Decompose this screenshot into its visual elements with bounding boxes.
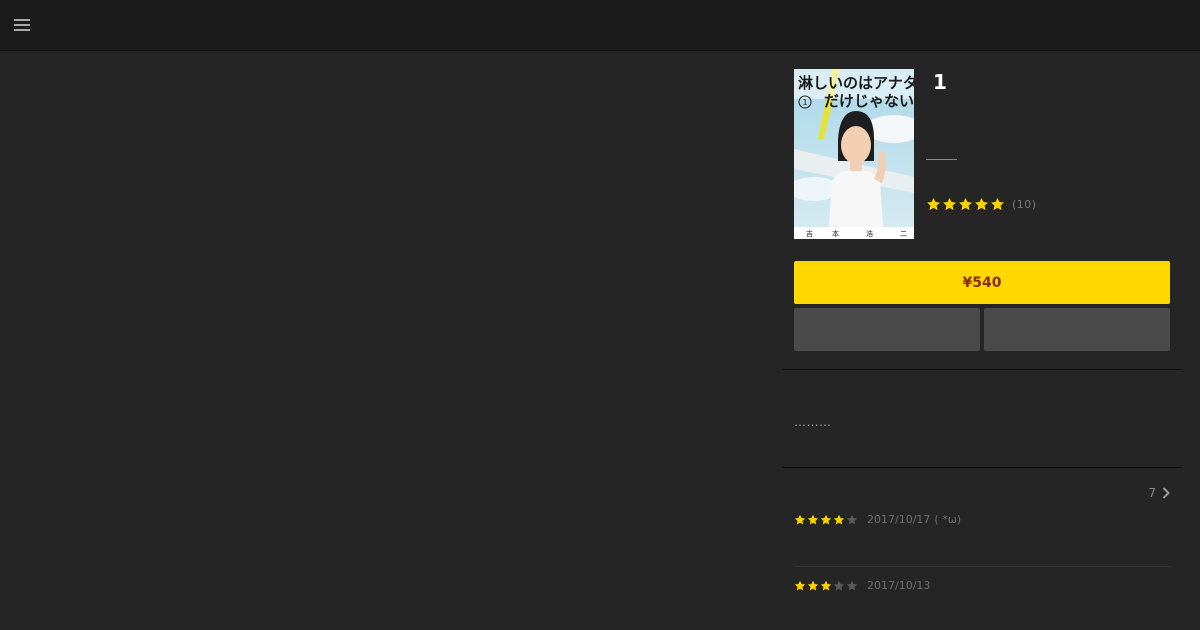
star-filled-icon xyxy=(807,514,819,524)
review-date: 2017/10/13 xyxy=(867,579,931,592)
star-filled-icon xyxy=(794,580,806,590)
svg-text:本: 本 xyxy=(832,229,839,238)
star-filled-icon xyxy=(991,197,1004,211)
star-empty-icon xyxy=(833,580,845,590)
cover-art: 淋しいのはアナタ だけじゃない 1 吉 本 浩 二 xyxy=(794,69,914,239)
star-empty-icon xyxy=(846,580,858,590)
svg-text:淋しいのはアナタ: 淋しいのはアナタ xyxy=(798,74,914,92)
volume-title: 1 xyxy=(933,70,947,94)
review-stars xyxy=(794,514,858,526)
star-filled-icon xyxy=(975,197,988,211)
review-item[interactable]: 2017/10/17 ( *ω) xyxy=(794,513,961,526)
section-divider xyxy=(782,369,1182,370)
author-placeholder-line xyxy=(926,159,957,160)
add-to-list-button[interactable] xyxy=(984,308,1170,351)
rating-count: (10) xyxy=(1012,198,1037,211)
star-filled-icon xyxy=(820,580,832,590)
svg-text:吉: 吉 xyxy=(806,230,813,238)
svg-text:浩: 浩 xyxy=(866,229,873,238)
star-filled-icon xyxy=(833,514,845,524)
star-filled-icon xyxy=(794,514,806,524)
review-stars xyxy=(794,580,858,592)
star-filled-icon xyxy=(943,197,956,211)
book-description: ……… xyxy=(794,415,832,429)
reviews-more-link[interactable]: 7 xyxy=(1148,486,1170,500)
svg-text:二: 二 xyxy=(900,230,907,238)
review-date: 2017/10/17 xyxy=(867,513,931,526)
section-divider xyxy=(782,467,1182,468)
book-detail-panel: 淋しいのはアナタ だけじゃない 1 吉 本 浩 二 1 (10) ¥540 ……… xyxy=(782,51,1182,630)
star-filled-icon xyxy=(820,514,832,524)
star-filled-icon xyxy=(927,197,940,211)
star-filled-icon xyxy=(807,580,819,590)
book-rating[interactable]: (10) xyxy=(926,197,1037,212)
review-divider xyxy=(794,566,1170,567)
hamburger-menu-icon[interactable] xyxy=(12,14,32,36)
buy-button[interactable]: ¥540 xyxy=(794,261,1170,304)
review-item[interactable]: 2017/10/13 xyxy=(794,579,930,592)
svg-text:1: 1 xyxy=(803,98,808,107)
review-note: ( *ω) xyxy=(934,513,962,526)
review-count: 7 xyxy=(1148,486,1156,500)
star-empty-icon xyxy=(846,514,858,524)
rating-stars xyxy=(926,197,1005,212)
top-bar xyxy=(0,0,1200,51)
book-cover-image[interactable]: 淋しいのはアナタ だけじゃない 1 吉 本 浩 二 xyxy=(794,69,914,239)
chevron-right-icon xyxy=(1162,487,1170,499)
star-filled-icon xyxy=(959,197,972,211)
svg-text:だけじゃない: だけじゃない xyxy=(824,92,914,110)
sample-read-button[interactable] xyxy=(794,308,980,351)
